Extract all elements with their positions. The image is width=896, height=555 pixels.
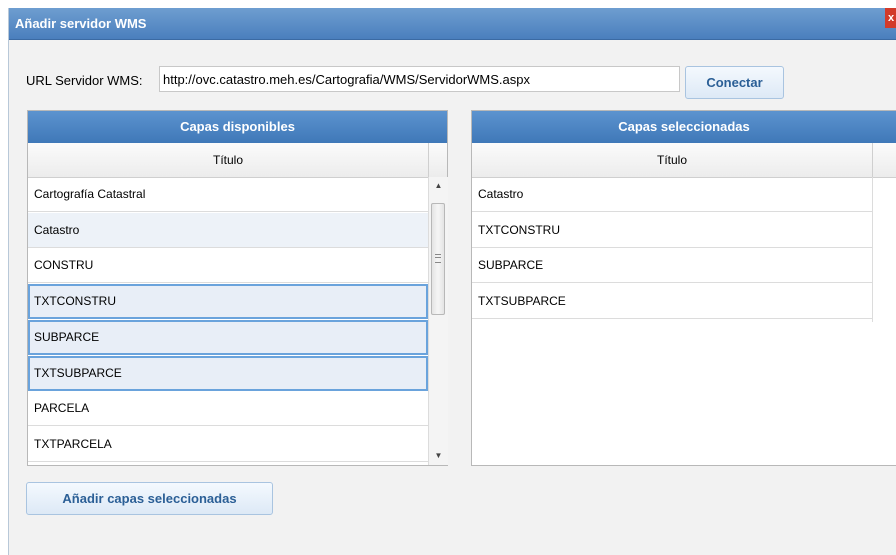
dialog-title: Añadir servidor WMS xyxy=(15,16,147,31)
scroll-up-arrow-icon[interactable]: ▲ xyxy=(429,177,448,195)
available-layers-header: Capas disponibles xyxy=(28,111,447,143)
layer-row[interactable]: CONSTRU xyxy=(28,248,428,284)
url-label: URL Servidor WMS: xyxy=(26,73,143,88)
scroll-thumb[interactable] xyxy=(431,203,445,315)
column-divider xyxy=(428,143,429,177)
layer-row[interactable]: TXTPARCELA xyxy=(28,427,428,462)
column-divider xyxy=(872,177,873,322)
scroll-grip-icon xyxy=(435,254,441,263)
selected-column-header[interactable]: Título xyxy=(472,143,896,178)
add-selected-layers-button[interactable]: Añadir capas seleccionadas xyxy=(26,482,273,515)
layer-row[interactable]: TXTSUBPARCE xyxy=(472,284,872,320)
available-layers-panel: Capas disponibles Título Cartografía Cat… xyxy=(27,110,448,466)
layer-row[interactable]: TXTCONSTRU xyxy=(28,284,428,320)
selected-column-title: Título xyxy=(656,153,687,167)
layer-row[interactable]: PARCELA xyxy=(28,391,428,427)
layer-row[interactable]: Catastro xyxy=(28,212,428,248)
url-input[interactable] xyxy=(159,66,680,92)
close-icon[interactable]: x xyxy=(885,8,896,28)
title-bar[interactable]: Añadir servidor WMS x xyxy=(9,8,896,40)
scroll-down-arrow-icon[interactable]: ▼ xyxy=(429,447,448,465)
selected-layers-header: Capas seleccionadas xyxy=(472,111,896,143)
layer-row[interactable]: TXTSUBPARCE xyxy=(28,355,428,391)
add-wms-server-dialog: Añadir servidor WMS x URL Servidor WMS: … xyxy=(8,8,896,555)
column-divider xyxy=(872,143,873,177)
layer-row[interactable]: Catastro xyxy=(472,177,872,212)
layer-row[interactable]: SUBPARCE xyxy=(28,319,428,355)
available-column-header[interactable]: Título xyxy=(28,143,447,178)
available-column-title: Título xyxy=(212,153,243,167)
selected-layers-panel: Capas seleccionadas Título Catastro TXTCO… xyxy=(471,110,896,466)
connect-button[interactable]: Conectar xyxy=(685,66,784,99)
layer-row[interactable]: SUBPARCE xyxy=(472,248,872,284)
available-layers-scrollbar[interactable]: ▲ ▼ xyxy=(428,177,448,465)
layer-row[interactable]: TXTCONSTRU xyxy=(472,213,872,248)
layer-row[interactable]: Cartografía Catastral xyxy=(28,177,428,212)
